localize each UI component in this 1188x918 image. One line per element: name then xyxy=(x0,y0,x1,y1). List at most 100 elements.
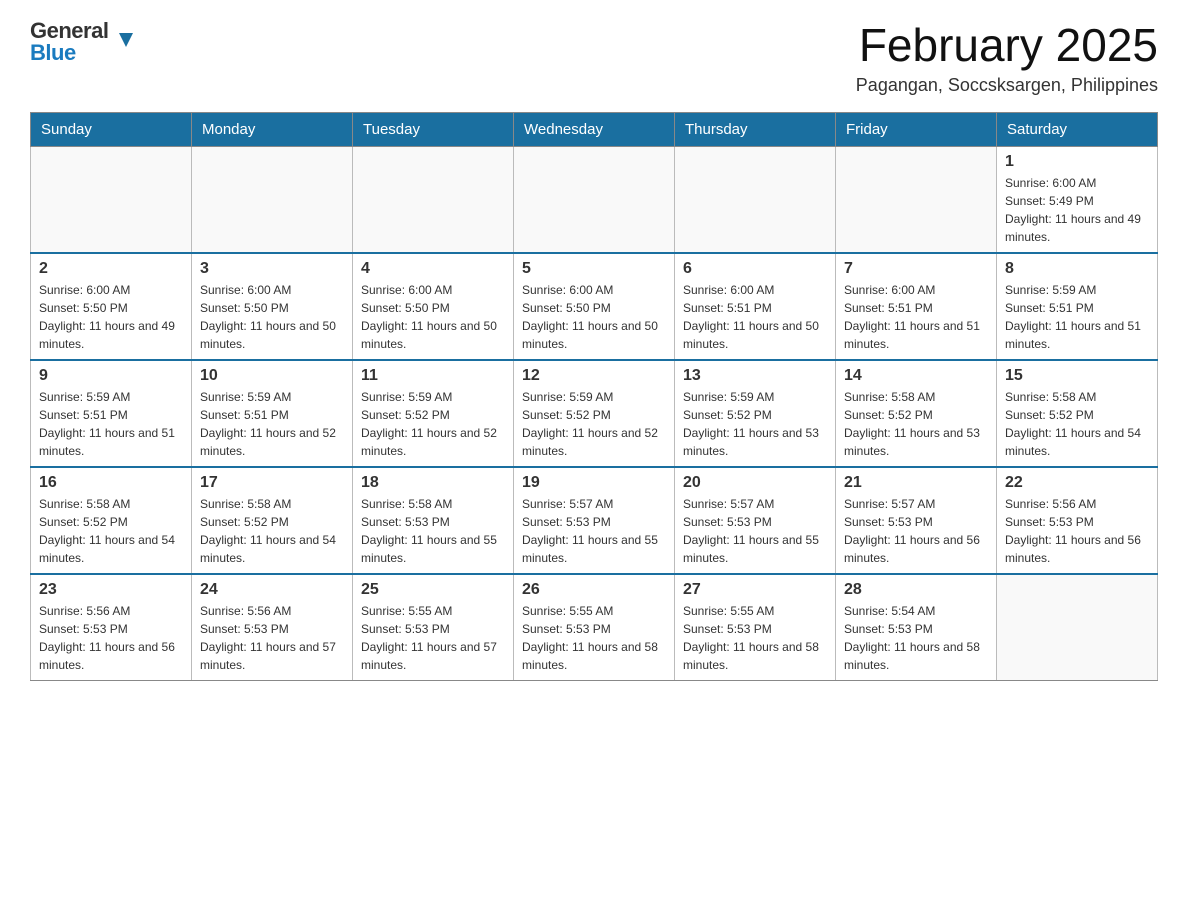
day-number: 28 xyxy=(844,581,988,599)
calendar-cell: 3 Sunrise: 6:00 AMSunset: 5:50 PMDaylight… xyxy=(192,253,353,360)
day-info: Sunrise: 5:57 AMSunset: 5:53 PMDaylight:… xyxy=(683,495,827,567)
calendar-cell: 8 Sunrise: 5:59 AMSunset: 5:51 PMDaylight… xyxy=(997,253,1158,360)
day-number: 25 xyxy=(361,581,505,599)
calendar-cell: 27Sunrise: 5:55 AMSunset: 5:53 PMDayligh… xyxy=(675,574,836,681)
day-number: 17 xyxy=(200,474,344,492)
day-number: 18 xyxy=(361,474,505,492)
day-info: Sunrise: 5:59 AMSunset: 5:52 PMDaylight:… xyxy=(361,388,505,460)
column-header-monday: Monday xyxy=(192,112,353,146)
column-header-thursday: Thursday xyxy=(675,112,836,146)
day-info: Sunrise: 6:00 AMSunset: 5:50 PMDaylight:… xyxy=(522,281,666,353)
calendar-cell: 26 Sunrise: 5:55 AMSunset: 5:53 PMDayligh… xyxy=(514,574,675,681)
day-number: 13 xyxy=(683,367,827,385)
day-number: 11 xyxy=(361,367,505,385)
calendar-cell: 14Sunrise: 5:58 AMSunset: 5:52 PMDayligh… xyxy=(836,360,997,467)
calendar-cell xyxy=(836,146,997,253)
day-number: 24 xyxy=(200,581,344,599)
column-header-sunday: Sunday xyxy=(31,112,192,146)
day-number: 2 xyxy=(39,260,183,278)
day-info: Sunrise: 6:00 AMSunset: 5:49 PMDaylight:… xyxy=(1005,174,1149,246)
calendar-cell xyxy=(514,146,675,253)
day-number: 15 xyxy=(1005,367,1149,385)
calendar-cell xyxy=(353,146,514,253)
day-number: 16 xyxy=(39,474,183,492)
day-number: 10 xyxy=(200,367,344,385)
page-header: General Blue February 2025 Pagangan, Soc… xyxy=(30,20,1158,96)
calendar-cell: 13 Sunrise: 5:59 AMSunset: 5:52 PMDayligh… xyxy=(675,360,836,467)
day-info: Sunrise: 5:59 AMSunset: 5:51 PMDaylight:… xyxy=(39,388,183,460)
day-info: Sunrise: 5:58 AMSunset: 5:52 PMDaylight:… xyxy=(1005,388,1149,460)
day-number: 27 xyxy=(683,581,827,599)
calendar-cell: 21Sunrise: 5:57 AMSunset: 5:53 PMDayligh… xyxy=(836,467,997,574)
day-info: Sunrise: 5:56 AMSunset: 5:53 PMDaylight:… xyxy=(200,602,344,674)
day-number: 5 xyxy=(522,260,666,278)
calendar-cell: 10 Sunrise: 5:59 AMSunset: 5:51 PMDayligh… xyxy=(192,360,353,467)
calendar-cell: 28 Sunrise: 5:54 AMSunset: 5:53 PMDayligh… xyxy=(836,574,997,681)
day-number: 12 xyxy=(522,367,666,385)
calendar-cell: 22 Sunrise: 5:56 AMSunset: 5:53 PMDayligh… xyxy=(997,467,1158,574)
calendar-cell: 15 Sunrise: 5:58 AMSunset: 5:52 PMDayligh… xyxy=(997,360,1158,467)
calendar-cell: 6 Sunrise: 6:00 AMSunset: 5:51 PMDaylight… xyxy=(675,253,836,360)
day-number: 22 xyxy=(1005,474,1149,492)
day-info: Sunrise: 6:00 AMSunset: 5:50 PMDaylight:… xyxy=(39,281,183,353)
calendar-cell xyxy=(675,146,836,253)
calendar-week-5: 23Sunrise: 5:56 AMSunset: 5:53 PMDayligh… xyxy=(31,574,1158,681)
day-info: Sunrise: 5:59 AMSunset: 5:51 PMDaylight:… xyxy=(200,388,344,460)
location-text: Pagangan, Soccsksargen, Philippines xyxy=(856,75,1158,96)
column-header-saturday: Saturday xyxy=(997,112,1158,146)
day-number: 6 xyxy=(683,260,827,278)
calendar-cell: 19Sunrise: 5:57 AMSunset: 5:53 PMDayligh… xyxy=(514,467,675,574)
logo-arrow-icon xyxy=(119,33,133,47)
calendar-cell: 25 Sunrise: 5:55 AMSunset: 5:53 PMDayligh… xyxy=(353,574,514,681)
day-info: Sunrise: 5:58 AMSunset: 5:53 PMDaylight:… xyxy=(361,495,505,567)
day-number: 3 xyxy=(200,260,344,278)
calendar-cell: 23Sunrise: 5:56 AMSunset: 5:53 PMDayligh… xyxy=(31,574,192,681)
logo-general-text: General xyxy=(30,20,108,42)
calendar-header-row: SundayMondayTuesdayWednesdayThursdayFrid… xyxy=(31,112,1158,146)
logo: General Blue xyxy=(30,20,119,64)
calendar-cell: 1 Sunrise: 6:00 AMSunset: 5:49 PMDaylight… xyxy=(997,146,1158,253)
calendar-week-3: 9 Sunrise: 5:59 AMSunset: 5:51 PMDaylight… xyxy=(31,360,1158,467)
calendar-cell: 11 Sunrise: 5:59 AMSunset: 5:52 PMDayligh… xyxy=(353,360,514,467)
day-number: 8 xyxy=(1005,260,1149,278)
day-number: 9 xyxy=(39,367,183,385)
day-info: Sunrise: 5:59 AMSunset: 5:51 PMDaylight:… xyxy=(1005,281,1149,353)
calendar-week-4: 16 Sunrise: 5:58 AMSunset: 5:52 PMDayligh… xyxy=(31,467,1158,574)
day-info: Sunrise: 5:57 AMSunset: 5:53 PMDaylight:… xyxy=(844,495,988,567)
calendar-cell: 12Sunrise: 5:59 AMSunset: 5:52 PMDayligh… xyxy=(514,360,675,467)
calendar-table: SundayMondayTuesdayWednesdayThursdayFrid… xyxy=(30,112,1158,681)
title-section: February 2025 Pagangan, Soccsksargen, Ph… xyxy=(856,20,1158,96)
calendar-cell: 2 Sunrise: 6:00 AMSunset: 5:50 PMDaylight… xyxy=(31,253,192,360)
day-number: 1 xyxy=(1005,153,1149,171)
calendar-cell: 7Sunrise: 6:00 AMSunset: 5:51 PMDaylight… xyxy=(836,253,997,360)
column-header-friday: Friday xyxy=(836,112,997,146)
day-info: Sunrise: 6:00 AMSunset: 5:50 PMDaylight:… xyxy=(200,281,344,353)
calendar-cell: 9 Sunrise: 5:59 AMSunset: 5:51 PMDaylight… xyxy=(31,360,192,467)
logo-blue-text: Blue xyxy=(30,40,76,65)
calendar-cell: 24 Sunrise: 5:56 AMSunset: 5:53 PMDayligh… xyxy=(192,574,353,681)
column-header-wednesday: Wednesday xyxy=(514,112,675,146)
day-info: Sunrise: 5:58 AMSunset: 5:52 PMDaylight:… xyxy=(844,388,988,460)
day-info: Sunrise: 5:55 AMSunset: 5:53 PMDaylight:… xyxy=(522,602,666,674)
day-number: 26 xyxy=(522,581,666,599)
calendar-week-2: 2 Sunrise: 6:00 AMSunset: 5:50 PMDaylight… xyxy=(31,253,1158,360)
calendar-cell: 5 Sunrise: 6:00 AMSunset: 5:50 PMDaylight… xyxy=(514,253,675,360)
day-info: Sunrise: 5:54 AMSunset: 5:53 PMDaylight:… xyxy=(844,602,988,674)
day-info: Sunrise: 5:58 AMSunset: 5:52 PMDaylight:… xyxy=(39,495,183,567)
calendar-cell xyxy=(997,574,1158,681)
month-title: February 2025 xyxy=(856,20,1158,71)
day-info: Sunrise: 6:00 AMSunset: 5:50 PMDaylight:… xyxy=(361,281,505,353)
day-info: Sunrise: 5:56 AMSunset: 5:53 PMDaylight:… xyxy=(1005,495,1149,567)
day-info: Sunrise: 6:00 AMSunset: 5:51 PMDaylight:… xyxy=(683,281,827,353)
day-info: Sunrise: 5:56 AMSunset: 5:53 PMDaylight:… xyxy=(39,602,183,674)
day-info: Sunrise: 6:00 AMSunset: 5:51 PMDaylight:… xyxy=(844,281,988,353)
day-info: Sunrise: 5:55 AMSunset: 5:53 PMDaylight:… xyxy=(361,602,505,674)
calendar-cell xyxy=(192,146,353,253)
day-info: Sunrise: 5:59 AMSunset: 5:52 PMDaylight:… xyxy=(683,388,827,460)
calendar-cell: 17Sunrise: 5:58 AMSunset: 5:52 PMDayligh… xyxy=(192,467,353,574)
calendar-cell: 16 Sunrise: 5:58 AMSunset: 5:52 PMDayligh… xyxy=(31,467,192,574)
day-number: 20 xyxy=(683,474,827,492)
calendar-week-1: 1 Sunrise: 6:00 AMSunset: 5:49 PMDaylight… xyxy=(31,146,1158,253)
calendar-cell: 18 Sunrise: 5:58 AMSunset: 5:53 PMDayligh… xyxy=(353,467,514,574)
day-number: 19 xyxy=(522,474,666,492)
